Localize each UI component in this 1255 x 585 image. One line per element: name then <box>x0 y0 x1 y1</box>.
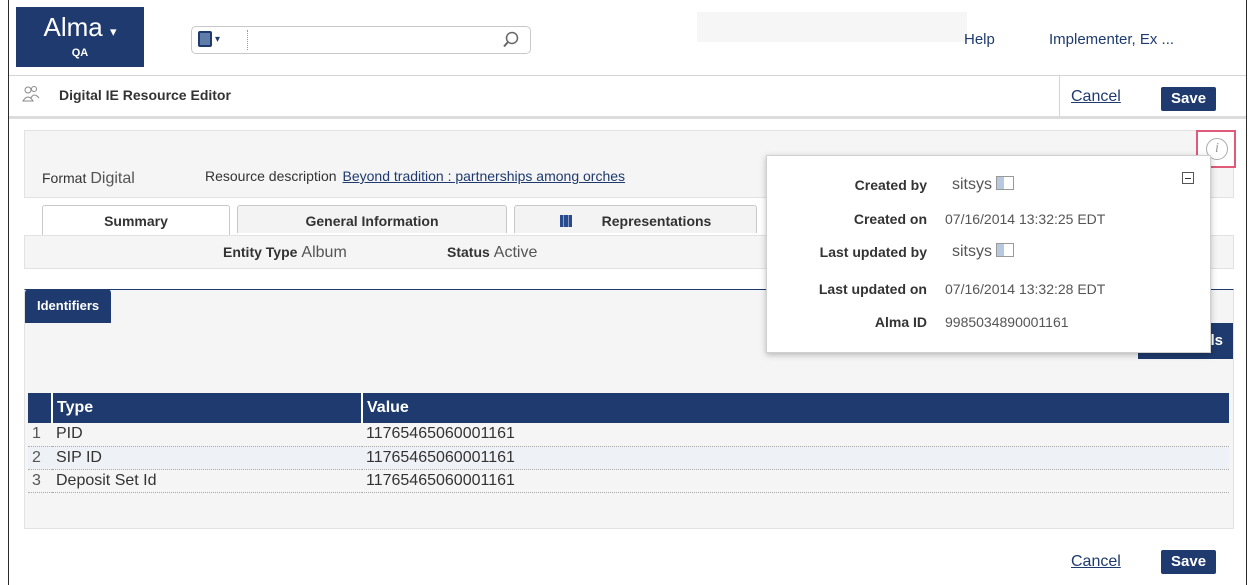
last-updated-on-value: 07/16/2014 13:32:28 EDT <box>945 281 1106 297</box>
last-updated-on-row: Last updated on 07/16/2014 13:32:28 EDT <box>767 281 1210 305</box>
search-bar: ▾ <box>191 26 531 54</box>
resource-description-link[interactable]: Beyond tradition : partnerships among or… <box>343 168 626 184</box>
identifiers-tab[interactable]: Identifiers <box>25 289 112 323</box>
editor-content: i Format Digital Resource description Beyo… <box>9 119 1246 585</box>
last-updated-on-label: Last updated on <box>818 281 927 297</box>
record-info-popup: Created by sitsys Created on 07/16/2014 … <box>766 155 1211 353</box>
page-title: Digital IE Resource Editor <box>59 87 231 103</box>
editor-title-bar: Digital IE Resource Editor Cancel Save <box>9 75 1246 119</box>
tab-label: Representations <box>601 213 712 229</box>
format-label: Format <box>42 170 87 186</box>
tab-summary[interactable]: Summary <box>42 205 230 236</box>
digital-resource-icon <box>22 86 40 102</box>
table-row[interactable]: 3 Deposit Set Id 11765465060001161 <box>28 469 1229 493</box>
save-button[interactable]: Save <box>1161 87 1217 111</box>
chevron-down-icon: ▾ <box>215 33 221 45</box>
identifier-type: Deposit Set Id <box>52 469 362 493</box>
save-button-bottom[interactable]: Save <box>1161 550 1217 574</box>
tab-label: General Information <box>305 213 439 229</box>
tab-general-information[interactable]: General Information <box>237 205 507 233</box>
created-by-value: sitsys <box>952 176 1014 194</box>
cancel-button[interactable]: Cancel <box>1071 88 1121 106</box>
tab-representations[interactable]: Representations <box>514 205 757 233</box>
table-header-row: Type Value <box>28 393 1229 423</box>
help-link[interactable]: Help <box>964 31 995 48</box>
entity-type-value: Album <box>301 244 347 261</box>
resource-description-label: Resource description <box>205 168 337 184</box>
logo-text: Alma <box>43 12 103 42</box>
alma-id-label: Alma ID <box>874 314 927 330</box>
created-on-label: Created on <box>853 211 927 227</box>
row-index: 2 <box>28 446 52 470</box>
alma-id-row: Alma ID 9985034890001161 <box>767 314 1210 338</box>
row-index: 3 <box>28 469 52 493</box>
grid-icon <box>559 215 572 227</box>
status-field: Status Active <box>447 244 537 262</box>
books-icon <box>198 31 212 48</box>
alma-id-value: 9985034890001161 <box>945 314 1069 330</box>
identifier-value: 11765465060001161 <box>362 446 1229 470</box>
column-header-type[interactable]: Type <box>51 393 362 423</box>
format-value: Digital <box>90 170 135 187</box>
entity-type-field: Entity Type Album <box>223 244 347 262</box>
title-separator <box>1059 76 1060 116</box>
created-by-row: Created by sitsys <box>767 176 1210 201</box>
column-header-value[interactable]: Value <box>361 393 1229 423</box>
search-scope-dropdown[interactable]: ▾ <box>198 30 240 50</box>
user-card-icon[interactable] <box>996 176 1014 190</box>
last-updated-by-user[interactable]: sitsys <box>952 243 992 260</box>
column-header-index <box>28 393 52 423</box>
created-by-label: Created by <box>854 177 927 193</box>
format-field: Format Digital <box>42 170 135 188</box>
tab-label: Summary <box>104 213 168 229</box>
environment-label: QA <box>71 47 89 59</box>
top-bar: Alma ▾ QA ▾ Help Implementer, Ex ... <box>9 0 1246 75</box>
created-on-row: Created on 07/16/2014 13:32:25 EDT <box>767 211 1210 235</box>
identifier-type: SIP ID <box>52 446 362 470</box>
row-index: 1 <box>28 423 52 447</box>
cancel-button-bottom[interactable]: Cancel <box>1071 553 1121 571</box>
search-input[interactable] <box>252 30 492 50</box>
identifier-type: PID <box>52 423 362 447</box>
chevron-down-icon: ▾ <box>109 24 117 39</box>
resource-description-field: Resource description Beyond tradition : p… <box>205 168 625 184</box>
status-label: Status <box>447 244 490 260</box>
last-updated-by-value: sitsys <box>952 243 1014 261</box>
identifier-value: 11765465060001161 <box>362 469 1229 493</box>
app-window: Alma ▾ QA ▾ Help Implementer, Ex ... Dig… <box>8 0 1247 585</box>
alma-logo-menu[interactable]: Alma ▾ QA <box>16 7 144 67</box>
identifiers-table: Type Value 1 PID 11765465060001161 2 SIP… <box>28 393 1229 493</box>
status-value: Active <box>493 244 538 261</box>
user-menu[interactable]: Implementer, Ex ... <box>1049 31 1174 48</box>
user-card-icon[interactable] <box>996 243 1014 257</box>
last-updated-by-label: Last updated by <box>819 244 927 260</box>
identifier-value: 11765465060001161 <box>362 423 1229 447</box>
table-row[interactable]: 1 PID 11765465060001161 <box>28 423 1229 447</box>
search-icon[interactable] <box>502 31 520 49</box>
header-blank-area <box>697 12 967 42</box>
search-divider <box>247 30 248 50</box>
created-by-user[interactable]: sitsys <box>952 176 992 193</box>
last-updated-by-row: Last updated by sitsys <box>767 243 1210 268</box>
entity-type-label: Entity Type <box>223 244 298 260</box>
table-row[interactable]: 2 SIP ID 11765465060001161 <box>28 446 1229 470</box>
created-on-value: 07/16/2014 13:32:25 EDT <box>945 211 1106 227</box>
